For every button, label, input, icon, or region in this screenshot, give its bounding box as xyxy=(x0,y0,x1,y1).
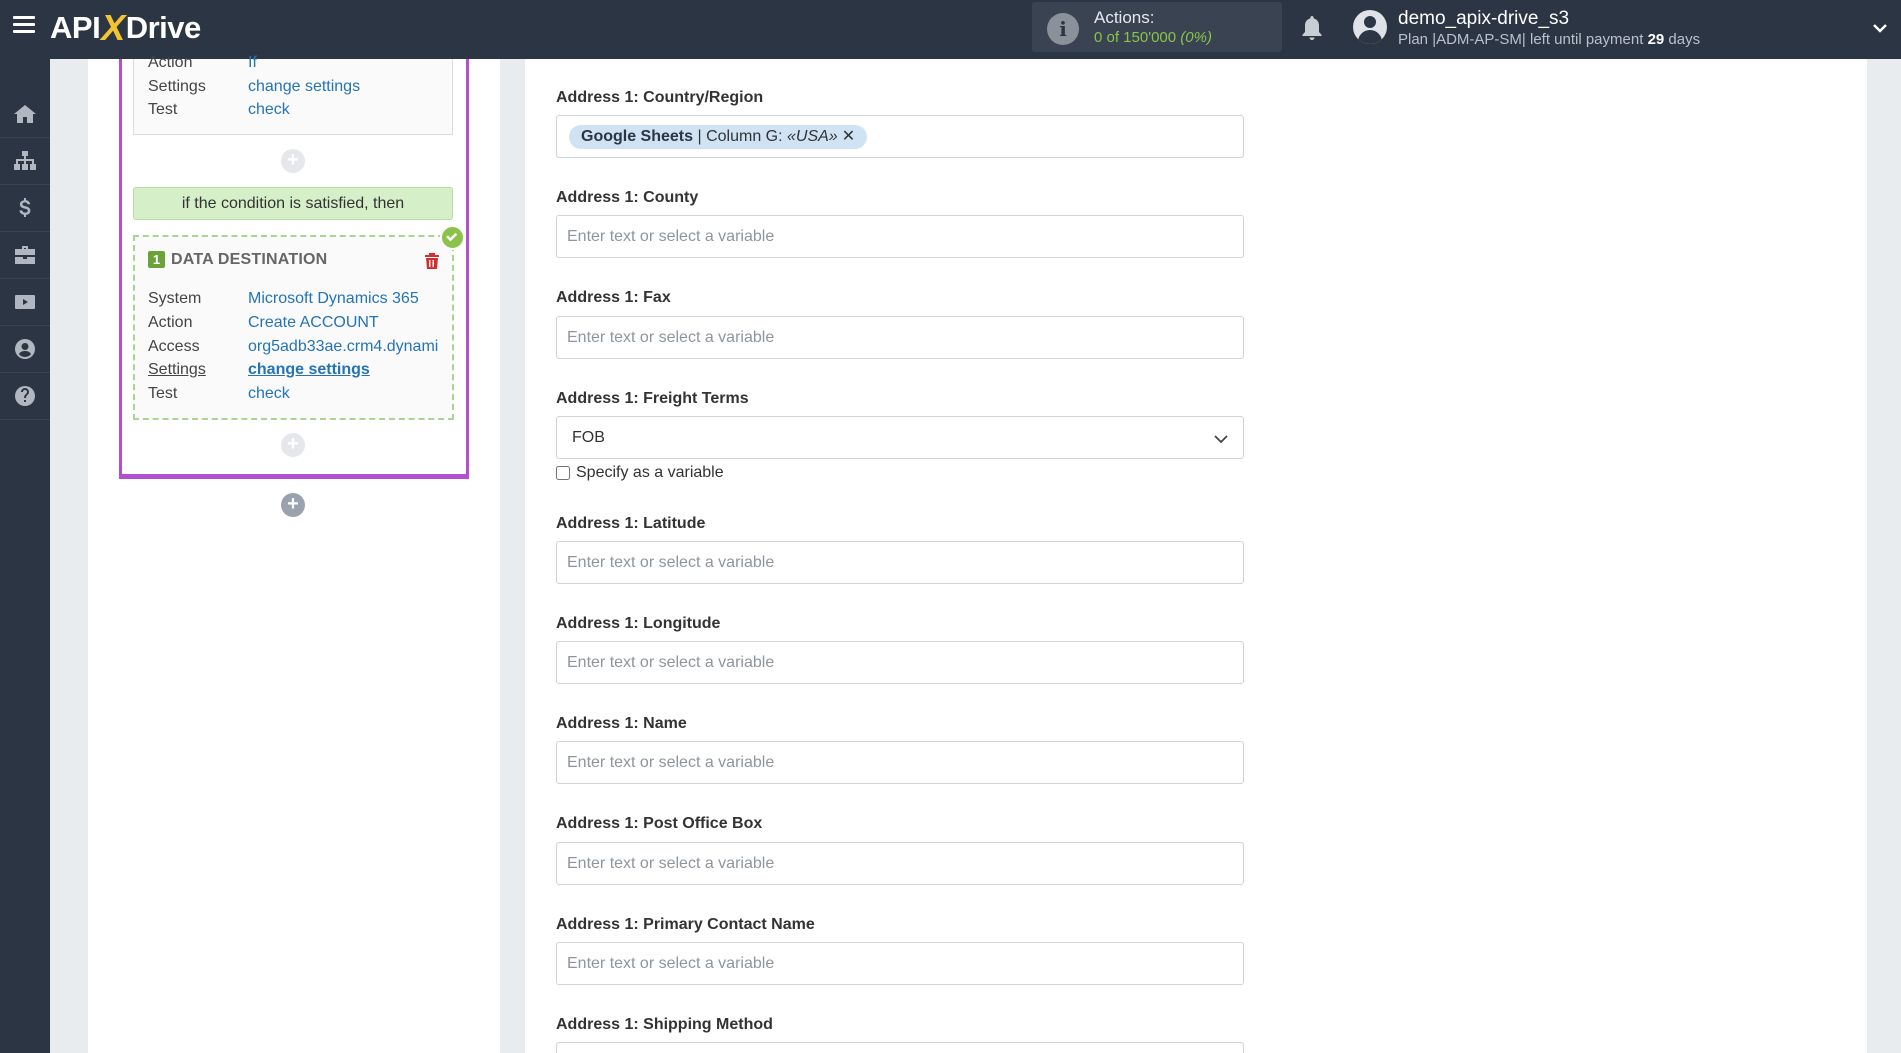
freight-terms-label: Address 1: Freight Terms xyxy=(556,390,749,407)
shipping-method-label: Address 1: Shipping Method xyxy=(556,1016,773,1033)
specify-variable-label: Specify as a variable xyxy=(576,464,724,481)
plan-days: 29 xyxy=(1647,31,1665,48)
variable-tag[interactable]: Google Sheets | Column G: «USA» ✕ xyxy=(569,125,868,149)
sidebar-item-flows[interactable] xyxy=(0,138,50,185)
plan-prefix: Plan |ADM-AP-SM| left until payment xyxy=(1398,31,1644,48)
chevron-down-icon xyxy=(1214,435,1228,444)
post-office-box-label: Address 1: Post Office Box xyxy=(556,815,763,832)
plan-suffix: days xyxy=(1668,31,1701,48)
actions-count-value: 0 of 150'000 xyxy=(1094,29,1177,46)
actions-counter[interactable]: i Actions: 0 of 150'000 (0%) xyxy=(1032,2,1282,52)
menu-icon[interactable] xyxy=(13,16,35,34)
country-label: Address 1: Country/Region xyxy=(556,89,764,106)
help-icon xyxy=(15,386,35,406)
destination-title: DATA DESTINATION xyxy=(171,251,328,268)
logo-text-right: Drive xyxy=(125,10,202,45)
shipping-method-input[interactable] xyxy=(556,1042,1244,1053)
destination-action-value[interactable]: Create ACCOUNT xyxy=(248,314,379,332)
sidebar-item-projects[interactable] xyxy=(0,232,50,279)
sidebar xyxy=(0,59,50,1053)
longitude-input[interactable] xyxy=(556,641,1244,684)
destination-test-key: Test xyxy=(148,385,178,402)
county-input[interactable] xyxy=(556,215,1244,258)
county-label: Address 1: County xyxy=(556,189,699,206)
fax-input[interactable] xyxy=(556,316,1244,359)
user-icon xyxy=(15,339,35,359)
add-step-button[interactable]: + xyxy=(281,433,305,457)
condition-action-key: Action xyxy=(148,54,193,71)
tag-value: «USA» xyxy=(787,128,838,145)
name-input[interactable] xyxy=(556,741,1244,784)
condition-settings-key: Settings xyxy=(148,78,206,95)
specify-variable-checkbox[interactable] xyxy=(556,466,570,480)
tag-column: Column G: xyxy=(706,128,783,145)
trash-icon[interactable] xyxy=(424,252,440,270)
logo-text-left: API xyxy=(50,10,101,45)
sidebar-item-videos[interactable] xyxy=(0,279,50,326)
country-field[interactable]: Google Sheets | Column G: «USA» ✕ xyxy=(556,115,1244,158)
destination-test-link[interactable]: check xyxy=(248,385,290,403)
info-icon: i xyxy=(1047,13,1079,45)
primary-contact-input[interactable] xyxy=(556,942,1244,985)
primary-contact-label: Address 1: Primary Contact Name xyxy=(556,916,815,933)
briefcase-icon xyxy=(15,246,35,264)
destination-system-value[interactable]: Microsoft Dynamics 365 xyxy=(248,290,419,308)
specify-variable-row[interactable]: Specify as a variable xyxy=(556,464,724,482)
latitude-label: Address 1: Latitude xyxy=(556,515,706,532)
top-bar: API X Drive i Actions: 0 of 150'000 (0%) d… xyxy=(0,0,1901,59)
condition-test-key: Test xyxy=(148,101,178,118)
add-step-button[interactable]: + xyxy=(281,149,305,173)
destination-number: 1 xyxy=(148,251,165,268)
destination-settings-key: Settings xyxy=(148,361,206,378)
dollar-icon xyxy=(19,198,31,217)
sidebar-item-help[interactable] xyxy=(0,373,50,420)
apix-drive-logo[interactable]: API X Drive xyxy=(50,7,202,48)
logo-x: X xyxy=(101,7,125,48)
condition-test-link[interactable]: check xyxy=(248,101,290,119)
video-icon xyxy=(15,295,35,309)
sidebar-item-billing[interactable] xyxy=(0,185,50,232)
condition-settings-link[interactable]: change settings xyxy=(248,78,360,96)
close-icon[interactable]: ✕ xyxy=(842,128,855,145)
freight-terms-value: FOB xyxy=(572,429,605,446)
actions-count: 0 of 150'000 (0%) xyxy=(1094,29,1212,46)
plan-info: Plan |ADM-AP-SM| left until payment 29 d… xyxy=(1398,31,1700,48)
freight-terms-select[interactable]: FOB xyxy=(556,416,1244,459)
latitude-input[interactable] xyxy=(556,541,1244,584)
condition-action-value[interactable]: If xyxy=(248,54,257,72)
bell-icon[interactable] xyxy=(1300,14,1324,42)
tag-source: Google Sheets xyxy=(581,128,694,145)
actions-percent: (0%) xyxy=(1180,29,1212,46)
name-label: Address 1: Name xyxy=(556,715,687,732)
user-name[interactable]: demo_apix-drive_s3 xyxy=(1398,8,1569,30)
destination-access-key: Access xyxy=(148,338,200,355)
add-step-button[interactable]: + xyxy=(281,493,305,517)
condition-banner: if the condition is satisfied, then xyxy=(133,187,453,220)
post-office-box-input[interactable] xyxy=(556,842,1244,885)
avatar[interactable] xyxy=(1353,10,1387,44)
destination-settings-link[interactable]: change settings xyxy=(248,361,370,379)
destination-access-value[interactable]: org5adb33ae.crm4.dynami xyxy=(248,338,440,356)
home-icon xyxy=(14,105,36,123)
sitemap-icon xyxy=(14,151,36,170)
longitude-label: Address 1: Longitude xyxy=(556,615,721,632)
destination-system-key: System xyxy=(148,290,202,307)
actions-label: Actions: xyxy=(1094,8,1155,27)
sidebar-item-account[interactable] xyxy=(0,326,50,373)
sidebar-item-home[interactable] xyxy=(0,91,50,138)
chevron-down-icon[interactable] xyxy=(1872,20,1888,36)
check-icon xyxy=(440,225,465,250)
fax-label: Address 1: Fax xyxy=(556,289,671,306)
destination-action-key: Action xyxy=(148,314,193,331)
